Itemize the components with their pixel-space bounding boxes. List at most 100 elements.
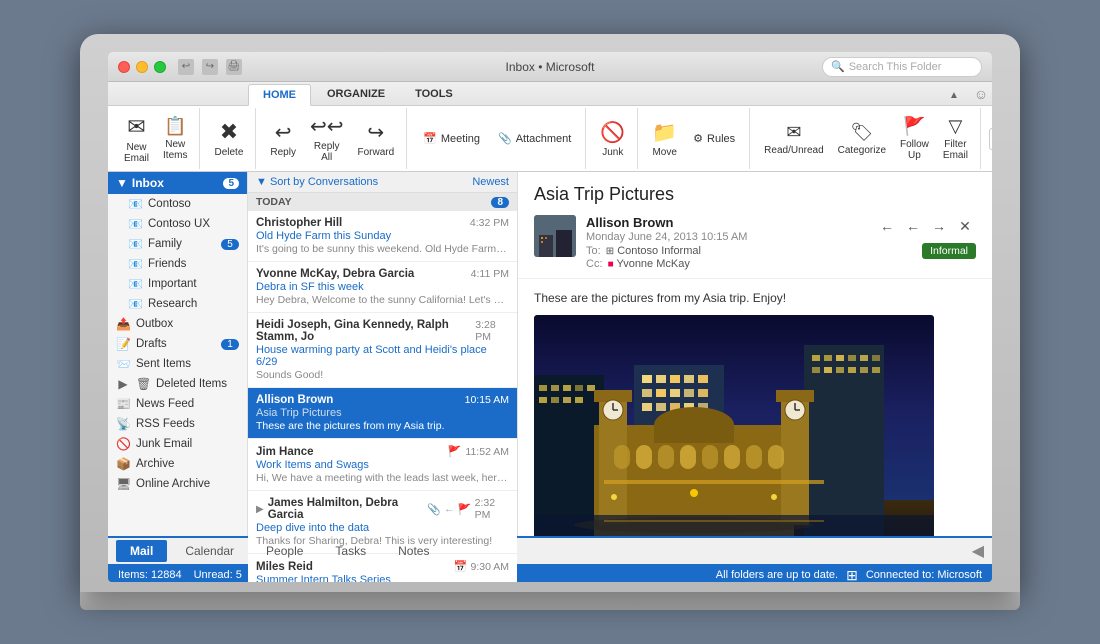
- sidebar-item-deleted[interactable]: ▶ 🗑 Deleted Items: [108, 374, 247, 394]
- sidebar-item-drafts[interactable]: 📝 Drafts 1: [108, 334, 247, 354]
- ribbon-collapse-button[interactable]: ▲: [944, 85, 964, 105]
- junk-icon: 🚫: [116, 437, 130, 451]
- search-folder[interactable]: 🔍 Search This Folder: [822, 57, 982, 77]
- traffic-lights: [118, 61, 166, 73]
- rules-button[interactable]: ⚙ Rules: [685, 127, 743, 151]
- forward-button[interactable]: ↪ Forward: [351, 111, 400, 167]
- reading-pane-header: Asia Trip Pictures: [518, 172, 992, 279]
- new-email-icon: ✉: [127, 114, 145, 140]
- family-badge: 5: [221, 239, 239, 250]
- minimize-button[interactable]: [136, 61, 148, 73]
- print-icon[interactable]: 🖨: [226, 59, 242, 75]
- meeting-button[interactable]: 📅 Meeting: [415, 127, 488, 151]
- new-items-button[interactable]: 📋 NewItems: [157, 111, 193, 167]
- status-right: All folders are up to date. ⊞ Connected …: [716, 567, 982, 583]
- sidebar-item-research[interactable]: 📧 Research: [108, 294, 247, 314]
- to-grid-icon: ⊞: [606, 246, 614, 257]
- forward-icon[interactable]: ↪: [202, 59, 218, 75]
- sender-avatar: [534, 215, 576, 257]
- email-time: 2:32 PM: [475, 497, 509, 521]
- sidebar-item-archive[interactable]: 📦 Archive: [108, 454, 247, 474]
- filter-label: FilterEmail: [943, 139, 968, 161]
- meeting-label: Meeting: [441, 133, 480, 145]
- email-subject: Old Hyde Farm this Sunday: [256, 230, 509, 242]
- new-group: ✉ NewEmail 📋 NewItems: [112, 108, 200, 169]
- sidebar-item-contoso-ux[interactable]: 📧 Contoso UX: [108, 214, 247, 234]
- filter-email-button[interactable]: ▽ FilterEmail: [937, 111, 974, 167]
- move-button[interactable]: 📁 Move: [646, 111, 683, 167]
- folder-icon: 📧: [128, 257, 142, 271]
- close-email-button[interactable]: ✕: [954, 215, 976, 237]
- email-subject: House warming party at Scott and Heidi's…: [256, 344, 509, 368]
- tab-people[interactable]: People: [252, 540, 317, 562]
- read-unread-button[interactable]: ✉ Read/Unread: [758, 111, 829, 167]
- outbox-icon: 📤: [116, 317, 130, 331]
- sidebar-item-important[interactable]: 📧 Important: [108, 274, 247, 294]
- email-item-allison[interactable]: Allison Brown 10:15 AM Asia Trip Picture…: [248, 388, 517, 439]
- email-item-jim[interactable]: Jim Hance 🚩 11:52 AM Work Items and Swag…: [248, 439, 517, 491]
- sidebar-item-friends[interactable]: 📧 Friends: [108, 254, 247, 274]
- bottom-tabs: Mail Calendar People Tasks Notes ◀: [108, 536, 992, 564]
- prev-unread-button[interactable]: ←: [902, 215, 924, 237]
- reply-all-button[interactable]: ↩↩ ReplyAll: [304, 111, 350, 167]
- attachment-icon: 📎: [427, 503, 441, 516]
- next-button[interactable]: →: [928, 215, 950, 237]
- email-item-christopher[interactable]: Christopher Hill 4:32 PM Old Hyde Farm t…: [248, 211, 517, 262]
- email-item-yvonne[interactable]: Yvonne McKay, Debra Garcia 4:11 PM Debra…: [248, 262, 517, 313]
- tab-tasks[interactable]: Tasks: [321, 540, 380, 562]
- deleted-icon: 🗑: [136, 377, 150, 391]
- expand-icon: ▶: [116, 377, 130, 391]
- sort-label[interactable]: ▼ Sort by Conversations: [256, 176, 378, 188]
- delete-button[interactable]: ✖ Delete: [208, 111, 249, 167]
- maximize-button[interactable]: [154, 61, 166, 73]
- email-preview: It's going to be sunny this weekend. Old…: [256, 243, 509, 255]
- tab-home[interactable]: HOME: [248, 84, 311, 106]
- prev-button[interactable]: ←: [876, 215, 898, 237]
- sidebar-item-online-archive[interactable]: 🖥 Online Archive: [108, 474, 247, 494]
- email-item-heidi[interactable]: Heidi Joseph, Gina Kennedy, Ralph Stamm,…: [248, 313, 517, 388]
- unread-count: Unread: 5: [194, 569, 242, 581]
- tab-organize[interactable]: ORGANIZE: [313, 83, 399, 105]
- close-button[interactable]: [118, 61, 130, 73]
- find-contact-input[interactable]: [989, 128, 992, 150]
- filter-icon: ▽: [948, 116, 962, 137]
- sidebar-item-contoso[interactable]: 📧 Contoso: [108, 194, 247, 214]
- rules-label: Rules: [707, 133, 735, 145]
- sidebar-item-junk[interactable]: 🚫 Junk Email: [108, 434, 247, 454]
- drafts-badge: 1: [221, 339, 239, 350]
- junk-button[interactable]: 🚫 Junk: [594, 111, 631, 167]
- sidebar-item-outbox[interactable]: 📤 Outbox: [108, 314, 247, 334]
- sidebar-item-family[interactable]: 📧 Family 5: [108, 234, 247, 254]
- sender-cc: Cc: ■ Yvonne McKay: [586, 258, 866, 270]
- inbox-header[interactable]: ▼ Inbox 5: [108, 172, 247, 194]
- junk-group: 🚫 Junk: [588, 108, 638, 169]
- order-label[interactable]: Newest: [472, 176, 509, 188]
- smiley-icon[interactable]: ☺: [970, 83, 992, 105]
- delete-label: Delete: [214, 147, 243, 158]
- attachment-label: Attachment: [516, 133, 572, 145]
- sidebar-item-sent[interactable]: 📨 Sent Items: [108, 354, 247, 374]
- reply-button[interactable]: ↩ Reply: [264, 111, 302, 167]
- sender-to: To: ⊞ Contoso Informal: [586, 245, 866, 257]
- tab-tools[interactable]: TOOLS: [401, 83, 467, 105]
- arrow-icon: ←: [444, 503, 455, 515]
- pane-collapse-button[interactable]: ◀: [972, 541, 984, 561]
- sidebar-item-newsfeed[interactable]: 📰 News Feed: [108, 394, 247, 414]
- back-icon[interactable]: ↩: [178, 59, 194, 75]
- tab-notes[interactable]: Notes: [384, 540, 443, 562]
- avatar-initials: [534, 215, 576, 257]
- archive-icon: 📦: [116, 457, 130, 471]
- attachment-icon: 📎: [498, 132, 512, 145]
- new-email-button[interactable]: ✉ NewEmail: [118, 111, 155, 167]
- expand-icon: ▶: [256, 504, 264, 515]
- tab-mail[interactable]: Mail: [116, 540, 167, 562]
- follow-up-button[interactable]: 🚩 FollowUp: [894, 111, 935, 167]
- sidebar-item-rss[interactable]: 📡 RSS Feeds: [108, 414, 247, 434]
- attachment-button[interactable]: 📎 Attachment: [490, 127, 579, 151]
- sync-status: All folders are up to date.: [716, 569, 838, 581]
- tab-calendar[interactable]: Calendar: [171, 540, 248, 562]
- sender-name: Yvonne McKay, Debra Garcia: [256, 268, 414, 280]
- categorize-button[interactable]: 🏷 Categorize: [832, 111, 892, 167]
- read-unread-label: Read/Unread: [764, 145, 823, 156]
- email-list: ▼ Sort by Conversations Newest TODAY 8 C…: [248, 172, 518, 536]
